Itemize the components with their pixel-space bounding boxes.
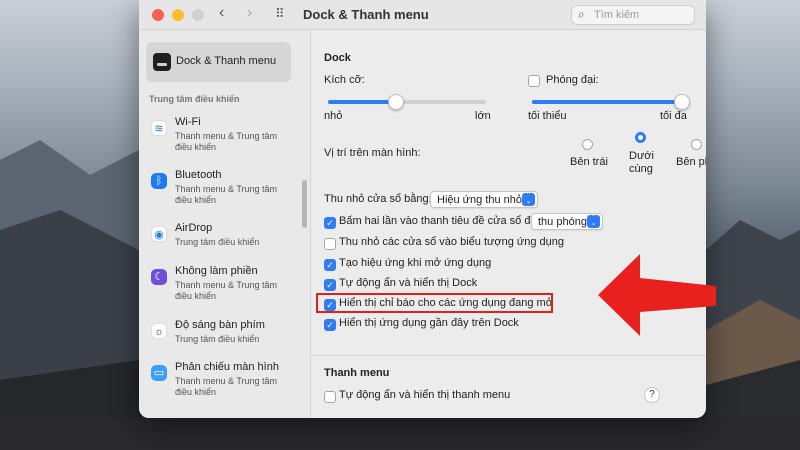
airdrop-icon: ◉ [151, 226, 167, 242]
moon-icon: ☾ [151, 269, 167, 285]
wifi-icon: ≋ [151, 120, 167, 136]
magnification-checkbox[interactable] [528, 75, 540, 87]
sidebar-item-title: Wi-Fi [175, 116, 201, 128]
sidebar-item-subtitle: Thanh menu & Trung tâm điều khiển [175, 131, 278, 152]
size-label: Kích cỡ: [324, 74, 365, 86]
title-bar: ‹ › ⠿ Dock & Thanh menu ⌕ Tìm kiếm [139, 0, 706, 30]
size-slider-fill [328, 100, 396, 104]
sidebar-item-airdrop[interactable]: ◉ AirDrop Trung tâm điều khiển [147, 222, 297, 270]
sidebar-item-subtitle: Trung tâm điều khiển [175, 334, 260, 344]
sidebar-item-wifi[interactable]: ≋ Wi-Fi Thanh menu & Trung tâm điều khiể… [147, 116, 297, 164]
size-slider[interactable] [328, 100, 486, 104]
size-min-label: nhỏ [324, 110, 343, 122]
position-left-radio[interactable] [582, 139, 593, 150]
size-max-label: lớn [475, 110, 491, 122]
position-label: Vị trí trên màn hình: [324, 147, 421, 159]
minimize-effect-value: Hiệu ứng thu nhỏ [437, 194, 523, 206]
autohide-menubar-label: Tự động ẩn và hiển thị thanh menu [339, 389, 511, 401]
autohide-dock-checkbox[interactable]: ✓ [324, 279, 336, 291]
sidebar-item-keyboard-brightness[interactable]: ☼ Độ sáng bàn phím Trung tâm điều khiển [147, 319, 297, 367]
annotation-highlight-box [316, 293, 553, 313]
keyboard-brightness-icon: ☼ [151, 323, 167, 339]
position-bottom-label-line1: Dưới [629, 150, 654, 162]
dock-icon [153, 53, 171, 71]
search-field[interactable]: ⌕ Tìm kiếm [571, 5, 695, 25]
menubar-heading: Thanh menu [324, 367, 390, 379]
sidebar-item-screen-mirroring[interactable]: ▭ Phản chiếu màn hình Thanh menu & Trung… [147, 361, 297, 409]
sidebar-item-subtitle: Thanh menu & Trung tâm điều khiển [175, 376, 278, 397]
autohide-menubar-checkbox[interactable] [324, 391, 336, 403]
double-click-action-popup[interactable]: thu phóng ⌃ ⌄ [531, 213, 603, 230]
close-button[interactable] [152, 9, 164, 21]
magnification-slider[interactable] [532, 100, 682, 104]
sidebar-item-do-not-disturb[interactable]: ☾ Không làm phiền Thanh menu & Trung tâm… [147, 265, 297, 313]
size-slider-knob[interactable] [388, 94, 404, 110]
sidebar-item-dock-menubar[interactable]: Dock & Thanh menu [146, 42, 291, 82]
sidebar-item-title: Bluetooth [175, 169, 222, 181]
magnification-max-label: tối đa [660, 110, 687, 122]
annotation-arrow-icon [598, 254, 716, 336]
sidebar-item-bluetooth[interactable]: ᛒ Bluetooth Thanh menu & Trung tâm điều … [147, 169, 297, 217]
double-click-action-value: thu phóng [538, 216, 587, 228]
magnification-min-label: tối thiểu [528, 110, 567, 122]
sidebar-item-title: Không làm phiền [175, 265, 258, 277]
position-right-label: Bên phải [676, 156, 706, 168]
double-click-checkbox[interactable]: ✓ [324, 217, 336, 229]
zoom-button[interactable] [192, 9, 204, 21]
position-bottom-radio[interactable] [635, 132, 646, 143]
settings-pane: Dock Kích cỡ: nhỏ lớn Phóng đại: tối thi… [311, 30, 706, 418]
minimize-button[interactable] [172, 9, 184, 21]
help-button[interactable]: ? [644, 387, 660, 403]
minimize-into-icon-checkbox[interactable] [324, 238, 336, 250]
chevron-updown-icon: ⌃ ⌄ [587, 214, 600, 228]
sidebar-item-title: Độ sáng bàn phím [175, 319, 265, 331]
minimize-label: Thu nhỏ cửa sổ bằng: [324, 193, 432, 205]
window-title: Dock & Thanh menu [303, 7, 429, 22]
show-recent-apps-checkbox[interactable]: ✓ [324, 319, 336, 331]
show-recent-apps-label: Hiển thị ứng dụng gần đây trên Dock [339, 317, 519, 329]
position-left-label: Bên trái [570, 156, 608, 168]
sidebar-scrollbar[interactable] [302, 180, 307, 228]
sidebar-section-title: Trung tâm điều khiển [149, 94, 240, 104]
sidebar-item-title: AirDrop [175, 222, 213, 234]
position-right-radio[interactable] [691, 139, 702, 150]
minimize-effect-popup[interactable]: Hiệu ứng thu nhỏ ⌃ ⌄ [430, 191, 538, 208]
animate-opening-label: Tạo hiệu ứng khi mở ứng dụng [339, 257, 492, 269]
sidebar-item-subtitle: Thanh menu & Trung tâm điều khiển [175, 280, 278, 301]
position-bottom-label-line2: cùng [629, 163, 653, 175]
magnification-slider-fill [532, 100, 682, 104]
system-preferences-window: ‹ › ⠿ Dock & Thanh menu ⌕ Tìm kiếm Dock … [139, 0, 706, 418]
search-icon: ⌕ [578, 7, 585, 21]
search-placeholder: Tìm kiếm [594, 9, 640, 21]
sidebar-item-label: Dock & Thanh menu [176, 55, 277, 67]
magnification-label: Phóng đại: [546, 74, 599, 86]
sidebar-item-subtitle: Thanh menu & Trung tâm điều khiển [175, 184, 278, 205]
chevron-updown-icon: ⌃ ⌄ [522, 192, 535, 206]
section-divider [311, 355, 706, 356]
animate-opening-checkbox[interactable]: ✓ [324, 259, 336, 271]
sidebar-item-title: Phản chiếu màn hình [175, 361, 279, 373]
minimize-into-icon-label: Thu nhỏ các cửa sổ vào biểu tượng ứng dụ… [339, 236, 565, 248]
autohide-dock-label: Tự động ẩn và hiển thị Dock [339, 277, 478, 289]
double-click-label: Bấm hai lần vào thanh tiêu đề cửa sổ để [339, 215, 537, 227]
sidebar: Dock & Thanh menu Trung tâm điều khiển ≋… [139, 30, 311, 418]
magnification-slider-knob[interactable] [674, 94, 690, 110]
bluetooth-icon: ᛒ [151, 173, 167, 189]
screen-mirroring-icon: ▭ [151, 365, 167, 381]
dock-heading: Dock [324, 52, 351, 64]
sidebar-item-subtitle: Trung tâm điều khiển [175, 237, 260, 247]
back-arrow-icon[interactable]: ‹ [219, 4, 224, 22]
forward-arrow-icon[interactable]: › [247, 4, 252, 22]
grid-icon[interactable]: ⠿ [275, 6, 285, 22]
